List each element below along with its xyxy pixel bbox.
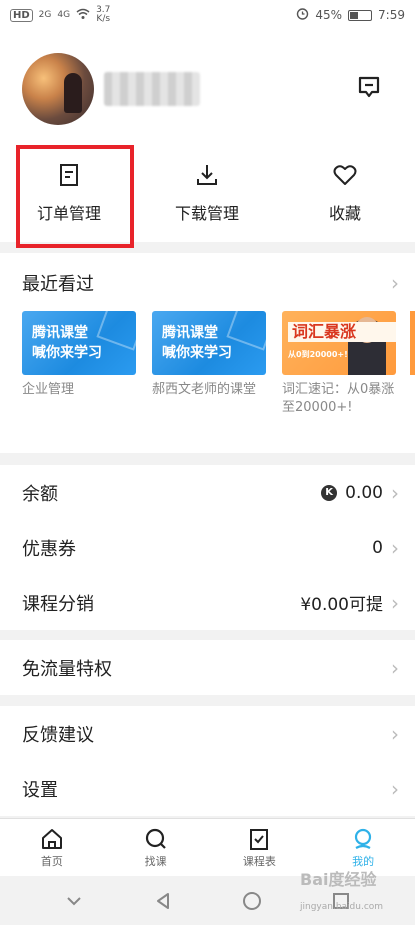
watermark-url: jingyan.baidu.com <box>300 902 384 912</box>
hd-indicator: HD <box>10 8 33 22</box>
search-icon <box>145 828 166 849</box>
watermark: Bai度经验 <box>300 870 377 889</box>
balance-value: 0.00 <box>345 482 383 503</box>
coupon-value: 0 <box>372 537 383 558</box>
feedback-row[interactable]: 反馈建议 › <box>0 706 415 761</box>
tab-schedule-label: 课程表 <box>242 855 276 868</box>
wallet-section: 余额 K 0.00 › 优惠券 0 › 课程分销 ¥0.00可提 › <box>0 465 415 630</box>
home-circle-icon[interactable] <box>242 891 262 911</box>
thumbnail-subtitle: 从0到20000+! <box>288 349 348 359</box>
course-row: 腾讯课堂 喊你来学习 企业管理 腾讯课堂 喊你来学习 郝西文老师的课堂 词汇暴涨… <box>22 311 396 417</box>
alarm-icon <box>296 7 309 23</box>
distribution-value: ¥0.00可提 <box>300 595 383 615</box>
network-4g: 4G <box>57 10 71 20</box>
course-caption: 企业管理 <box>22 382 75 397</box>
status-left: HD 2G 4G 3.7 K/s <box>10 6 110 24</box>
recently-watched-header[interactable]: 最近看过 › <box>0 253 415 313</box>
chevron-right-icon: › <box>391 655 399 680</box>
tab-find-course-label: 找课 <box>144 855 167 868</box>
favorites-button[interactable]: 收藏 <box>276 140 414 242</box>
tab-find-course[interactable]: 找课 <box>104 819 208 876</box>
download-management-button[interactable]: 下载管理 <box>138 140 276 242</box>
message-icon[interactable] <box>355 73 383 101</box>
course-card[interactable]: 腾讯课堂 喊你来学习 郝西文老师的课堂 <box>152 311 266 417</box>
order-management-label: 订单管理 <box>36 204 101 223</box>
order-management-button[interactable]: 订单管理 <box>0 140 138 248</box>
chevron-right-icon: › <box>391 776 399 801</box>
distribution-row[interactable]: 课程分销 ¥0.00可提 › <box>0 575 415 630</box>
chevron-right-icon: › <box>391 721 399 746</box>
quick-actions: 订单管理 下载管理 收藏 <box>0 140 415 248</box>
chevron-down-icon[interactable] <box>64 891 84 911</box>
back-icon[interactable] <box>153 891 173 911</box>
heart-icon <box>333 165 357 185</box>
coupon-label: 优惠券 <box>22 538 76 560</box>
battery-icon <box>348 9 373 21</box>
course-card[interactable]: 腾讯课堂 喊你来学习 企业管理 <box>22 311 136 417</box>
chevron-right-icon: › <box>391 480 399 505</box>
tab-home-label: 首页 <box>40 855 63 868</box>
course-thumbnail: 词汇暴涨 从0到20000+! <box>282 311 396 375</box>
tab-schedule[interactable]: 课程表 <box>208 819 312 876</box>
course-thumbnail: 腾讯课堂 喊你来学习 <box>152 311 266 375</box>
course-thumbnail: 腾讯课堂 喊你来学习 <box>22 311 136 375</box>
course-card[interactable]: 词汇暴涨 从0到20000+! 词汇速记：从0暴涨至20000+! <box>282 311 396 417</box>
coin-icon: K <box>321 484 338 501</box>
thumbnail-title: 词汇暴涨 <box>288 321 396 342</box>
balance-label: 余额 <box>22 483 58 505</box>
schedule-icon <box>250 829 269 850</box>
profile-icon <box>355 828 372 849</box>
network-speed: 3.7 K/s <box>96 5 111 24</box>
battery-percent: 45% <box>315 8 343 22</box>
recently-watched-title: 最近看过 <box>22 274 94 295</box>
chevron-right-icon: › <box>391 590 399 615</box>
clock: 7:59 <box>378 8 405 22</box>
privilege-section: 免流量特权 › <box>0 640 415 695</box>
status-right: 45% 7:59 <box>296 7 405 23</box>
order-icon <box>60 164 78 186</box>
balance-row[interactable]: 余额 K 0.00 › <box>0 465 415 520</box>
profile-header <box>0 30 415 140</box>
distribution-label: 课程分销 <box>22 593 94 615</box>
feedback-label: 反馈建议 <box>22 724 94 746</box>
course-caption: 郝西文老师的课堂 <box>152 382 257 397</box>
recently-watched: 最近看过 › 腾讯课堂 喊你来学习 企业管理 腾讯课堂 喊你来学习 郝西文老师的… <box>0 253 415 453</box>
avatar[interactable] <box>22 53 94 125</box>
coupon-row[interactable]: 优惠券 0 › <box>0 520 415 575</box>
home-icon <box>41 829 62 849</box>
chevron-right-icon: › <box>391 271 399 295</box>
network-2g: 2G <box>38 10 52 20</box>
traffic-free-row[interactable]: 免流量特权 › <box>0 640 415 695</box>
tab-home[interactable]: 首页 <box>0 819 104 876</box>
settings-section: 反馈建议 › 设置 › <box>0 706 415 816</box>
course-caption: 词汇速记：从0暴涨至20000+! <box>282 382 395 415</box>
status-bar: HD 2G 4G 3.7 K/s 45% 7:59 <box>0 0 415 30</box>
favorites-label: 收藏 <box>328 204 361 223</box>
settings-row[interactable]: 设置 › <box>0 761 415 816</box>
settings-label: 设置 <box>22 779 58 801</box>
chevron-right-icon: › <box>391 535 399 560</box>
download-management-label: 下载管理 <box>174 204 239 223</box>
traffic-free-label: 免流量特权 <box>22 658 112 680</box>
download-icon <box>197 165 217 185</box>
wifi-icon <box>76 8 90 23</box>
username-redacted <box>104 72 200 106</box>
course-card-partial[interactable] <box>410 311 415 375</box>
